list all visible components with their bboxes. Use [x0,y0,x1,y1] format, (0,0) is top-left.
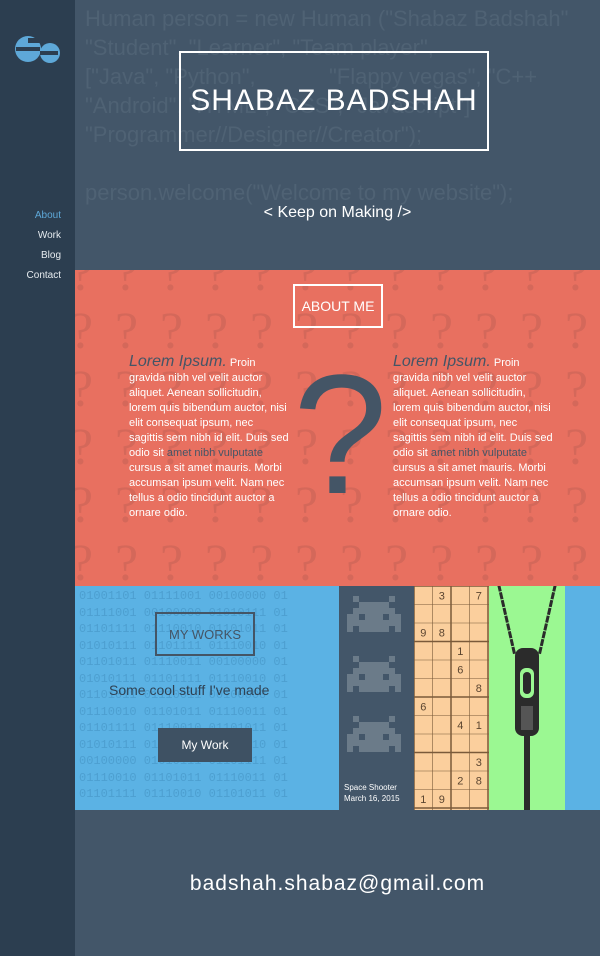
pattern-question-mark: ? [250,270,274,302]
sudoku-digit: 4 [457,720,463,732]
project-name: Space Shooter [344,783,397,792]
footer: badshah.shabaz@gmail.com [75,810,600,956]
sudoku-digit: 2 [457,775,463,787]
pattern-question-mark: ? [520,270,544,302]
pattern-question-mark: ? [75,302,93,361]
sudoku-grid-icon: 3 79 816864 132 81 9 [414,586,489,810]
project-tile-edge [565,586,600,810]
pattern-question-mark: ? [205,270,229,302]
about-me-button[interactable]: ABOUT ME [293,284,383,328]
sudoku-digit: 8 [476,775,482,787]
sudoku-digit: 8 [476,683,482,695]
email-link[interactable]: badshah.shabaz@gmail.com [75,872,600,896]
about-text: cursus a sit amet mauris. Morbi accumsan… [129,462,285,519]
pattern-question-mark: ? [430,535,454,586]
project-tile-space-shooter[interactable]: Space Shooter March 16, 2015 [339,586,414,810]
zipper-icon [497,586,557,810]
pattern-question-mark: ? [340,535,364,586]
main-nav: About Work Blog Contact [27,206,61,286]
nav-about[interactable]: About [27,206,61,226]
pattern-question-mark: ? [385,270,409,302]
sb-logo-icon[interactable] [14,30,62,68]
about-text: cursus a sit amet mauris. Morbi accumsan… [393,462,549,519]
about-section: ????????????????????????????????????????… [75,270,600,586]
sudoku-digit: 3 [476,757,482,769]
site-title: SHABAZ BADSHAH [190,84,478,117]
pattern-question-mark: ? [160,270,184,302]
question-mark-icon: ? [293,340,388,530]
about-text: Proin gravida nibh vel velit auctor aliq… [393,357,553,459]
works-section: 01001101 01111001 00100000 01 01111001 0… [75,586,339,810]
pattern-question-mark: ? [160,535,184,586]
my-works-heading-button[interactable]: MY WORKS [155,612,255,656]
pattern-question-mark: ? [475,270,499,302]
pattern-question-mark: ? [250,303,274,360]
sudoku-digit: 7 [476,590,482,602]
works-subtitle: Some cool stuff I've made [109,682,270,698]
pattern-question-mark: ? [565,270,589,302]
about-lead: Lorem Ipsum. [129,353,227,370]
sudoku-digit: 6 [457,664,463,676]
project-caption: Space Shooter March 16, 2015 [344,782,400,804]
pattern-question-mark: ? [565,361,589,418]
sudoku-digit: 1 [420,794,426,806]
about-column-right: Lorem Ipsum. Proin gravida nibh vel veli… [393,354,553,521]
nav-blog[interactable]: Blog [27,246,61,266]
sudoku-digit: 9 [420,627,426,639]
nav-work[interactable]: Work [27,226,61,246]
sudoku-digit: 6 [420,701,426,713]
pattern-question-mark: ? [75,476,93,535]
project-tile-sudoku[interactable]: 379816864132819 [414,586,489,810]
pattern-question-mark: ? [565,303,589,360]
hero-section: Human person = new Human ("Shabaz Badsha… [75,0,600,270]
pattern-question-mark: ? [75,418,93,477]
project-date: March 16, 2015 [344,794,400,803]
pattern-question-mark: ? [75,270,93,303]
about-lead: Lorem Ipsum. [393,353,491,370]
pattern-question-mark: ? [520,535,544,586]
project-tile-zipper[interactable] [489,586,565,810]
pattern-question-mark: ? [565,535,589,586]
space-invader-icon [347,596,401,752]
nav-contact[interactable]: Contact [27,266,61,286]
sidebar: About Work Blog Contact [0,0,75,956]
pattern-question-mark: ? [205,535,229,586]
sudoku-digit: 1 [476,720,482,732]
pattern-question-mark: ? [115,535,139,586]
sudoku-digit: 8 [439,627,445,639]
pattern-question-mark: ? [475,535,499,586]
pattern-question-mark: ? [295,535,319,586]
about-text: Proin gravida nibh vel velit auctor aliq… [129,357,289,459]
about-highlight: amet nibh vulputate [430,447,527,459]
my-work-button[interactable]: My Work [158,728,252,762]
sudoku-digit: 3 [439,590,445,602]
sudoku-digit: 9 [439,794,445,806]
pattern-question-mark: ? [520,303,544,360]
pattern-question-mark: ? [250,535,274,586]
tagline: < Keep on Making /> [263,204,412,221]
pattern-question-mark: ? [565,419,589,476]
about-highlight: amet nibh vulputate [166,447,263,459]
pattern-question-mark: ? [565,477,589,534]
pattern-question-mark: ? [75,534,93,586]
pattern-question-mark: ? [115,270,139,302]
about-column-left: Lorem Ipsum. Proin gravida nibh vel veli… [129,354,289,521]
pattern-question-mark: ? [75,360,93,419]
pattern-question-mark: ? [430,270,454,302]
sudoku-digit: 1 [457,646,463,658]
site-title-box: SHABAZ BADSHAH [179,51,489,151]
pattern-question-mark: ? [385,535,409,586]
